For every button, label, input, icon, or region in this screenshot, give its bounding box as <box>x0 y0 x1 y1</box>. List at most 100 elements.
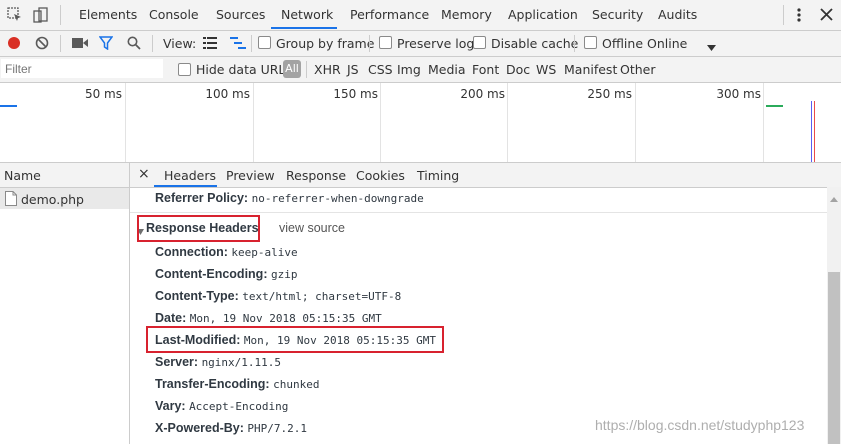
hide-data-urls-checkbox[interactable] <box>178 63 191 76</box>
header-row-content-encoding: Content-Encoding: gzip <box>155 267 297 281</box>
header-row-content-type: Content-Type: text/html; charset=UTF-8 <box>155 289 401 303</box>
header-value: Accept-Encoding <box>189 400 289 413</box>
tab-timing[interactable]: Timing <box>417 168 459 183</box>
header-key: Referrer Policy: <box>155 191 252 205</box>
timeline-tick-label: 300 ms <box>716 87 761 101</box>
inspect-element-icon[interactable] <box>7 7 23 23</box>
scrollbar-thumb[interactable] <box>828 272 840 444</box>
filter-type-xhr[interactable]: XHR <box>314 62 341 77</box>
tab-cookies[interactable]: Cookies <box>356 168 405 183</box>
tab-elements[interactable]: Elements <box>79 7 137 22</box>
load-event-marker <box>814 101 815 162</box>
header-row-x-powered-by: X-Powered-By: PHP/7.2.1 <box>155 421 307 435</box>
header-value: nginx/1.11.5 <box>201 356 282 369</box>
filter-type-js[interactable]: JS <box>347 62 359 77</box>
header-key: Transfer-Encoding: <box>155 377 274 391</box>
device-toolbar-icon[interactable] <box>33 7 49 23</box>
header-value: Mon, 19 Nov 2018 05:15:35 GMT <box>189 312 382 325</box>
tab-security[interactable]: Security <box>592 7 643 22</box>
dom-content-loaded-marker <box>811 101 812 162</box>
header-key: Connection: <box>155 245 232 259</box>
header-row-connection: Connection: keep-alive <box>155 245 298 259</box>
offline-label: Offline <box>602 36 644 51</box>
header-row-server: Server: nginx/1.11.5 <box>155 355 281 369</box>
header-key: Content-Type: <box>155 289 243 303</box>
more-options-icon[interactable] <box>796 7 802 23</box>
details-scrollbar[interactable] <box>827 187 841 444</box>
preserve-log-label: Preserve log <box>397 36 475 51</box>
header-row-date: Date: Mon, 19 Nov 2018 05:15:35 GMT <box>155 311 382 325</box>
section-divider <box>130 212 827 213</box>
filter-type-css[interactable]: CSS <box>368 62 393 77</box>
tab-headers[interactable]: Headers <box>164 168 216 183</box>
header-key: Server: <box>155 355 202 369</box>
tab-preview[interactable]: Preview <box>226 168 275 183</box>
close-details-button[interactable]: × <box>138 166 150 182</box>
name-column-header[interactable]: Name <box>0 163 129 188</box>
filter-funnel-icon[interactable] <box>98 36 114 51</box>
tab-console[interactable]: Console <box>149 7 199 22</box>
view-source-link[interactable]: view source <box>279 221 345 235</box>
view-label: View: <box>163 36 197 51</box>
search-icon[interactable] <box>127 36 141 50</box>
tab-audits[interactable]: Audits <box>658 7 697 22</box>
close-icon[interactable] <box>820 8 833 21</box>
request-bar <box>766 105 783 107</box>
header-key: X-Powered-By: <box>155 421 248 435</box>
disable-cache-checkbox[interactable] <box>473 36 486 49</box>
tab-application[interactable]: Application <box>508 7 578 22</box>
tab-network[interactable]: Network <box>281 7 333 22</box>
filter-type-ws[interactable]: WS <box>536 62 556 77</box>
preserve-log-checkbox[interactable] <box>379 36 392 49</box>
waterfall-overview-icon[interactable] <box>230 37 246 49</box>
details-tab-bar: × Headers Preview Response Cookies Timin… <box>130 163 841 188</box>
group-by-frame-checkbox[interactable] <box>258 36 271 49</box>
highlight-box-last-modified <box>146 326 444 353</box>
network-toolbar: View: Group by frame Preserve log Disabl… <box>0 31 841 57</box>
tab-performance[interactable]: Performance <box>350 7 429 22</box>
screenshot-camera-icon[interactable] <box>72 37 88 49</box>
clear-icon[interactable] <box>35 36 49 50</box>
request-row[interactable]: demo.php <box>0 188 129 209</box>
header-value: text/html; charset=UTF-8 <box>242 290 402 303</box>
header-key: Content-Encoding: <box>155 267 271 281</box>
highlight-box-response-headers <box>137 215 260 242</box>
filter-type-font[interactable]: Font <box>472 62 499 77</box>
tab-response[interactable]: Response <box>286 168 346 183</box>
header-value: PHP/7.2.1 <box>247 422 307 435</box>
header-value: keep-alive <box>231 246 298 259</box>
scroll-up-arrow-icon[interactable] <box>830 191 838 202</box>
active-tab-indicator <box>271 27 337 29</box>
header-key: Vary: <box>155 399 190 413</box>
timeline-tick-label: 100 ms <box>205 87 250 101</box>
chevron-down-icon[interactable] <box>707 40 716 51</box>
header-value: gzip <box>270 268 298 281</box>
active-details-tab-indicator <box>154 185 217 187</box>
request-name: demo.php <box>21 192 84 207</box>
request-bar <box>0 105 17 107</box>
large-rows-icon[interactable] <box>203 37 217 49</box>
header-row-vary: Vary: Accept-Encoding <box>155 399 288 413</box>
tab-memory[interactable]: Memory <box>441 7 492 22</box>
hide-data-urls-label: Hide data URLs <box>196 62 292 77</box>
filter-type-doc[interactable]: Doc <box>506 62 530 77</box>
filter-type-other[interactable]: Other <box>620 62 656 77</box>
filter-type-media[interactable]: Media <box>428 62 466 77</box>
watermark-text: https://blog.csdn.net/studyphp123 <box>595 417 805 433</box>
filter-type-manifest[interactable]: Manifest <box>564 62 617 77</box>
filter-type-all[interactable]: All <box>283 60 301 78</box>
filter-input[interactable] <box>1 59 163 78</box>
timeline-overview[interactable]: 50 ms 100 ms 150 ms 200 ms 250 ms 300 ms <box>0 83 841 163</box>
offline-checkbox[interactable] <box>584 36 597 49</box>
header-value: no-referrer-when-downgrade <box>251 192 424 205</box>
header-value: chunked <box>273 378 320 391</box>
timeline-tick-label: 150 ms <box>333 87 378 101</box>
filter-type-img[interactable]: Img <box>397 62 421 77</box>
throttling-select[interactable]: Online <box>647 36 687 51</box>
tab-sources[interactable]: Sources <box>216 7 265 22</box>
request-details: × Headers Preview Response Cookies Timin… <box>130 163 841 444</box>
filter-bar: Hide data URLs All XHR JS CSS Img Media … <box>0 57 841 83</box>
header-row-transfer-encoding: Transfer-Encoding: chunked <box>155 377 319 391</box>
record-icon[interactable] <box>7 36 21 50</box>
header-key: Date: <box>155 311 190 325</box>
